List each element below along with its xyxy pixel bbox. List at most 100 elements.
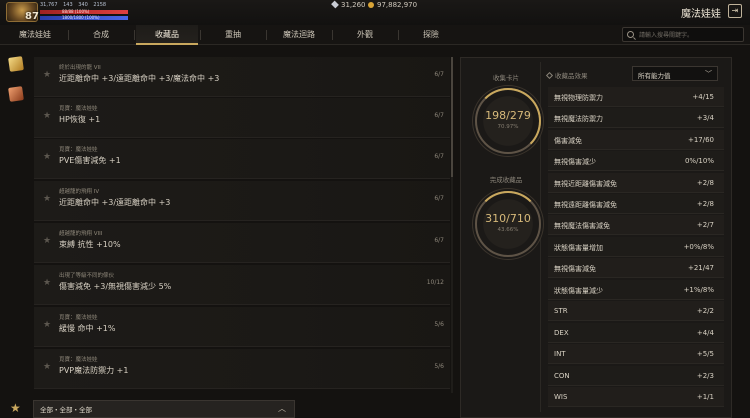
diamond-icon bbox=[331, 0, 339, 9]
list-item[interactable]: ★ 超越龍的飛翔 VIII 束縛 抗性 +10% 6/7 bbox=[34, 223, 450, 263]
stat-row: 無視魔法傷害減免 +2/7 bbox=[548, 215, 724, 235]
favorite-star-icon[interactable]: ★ bbox=[43, 70, 51, 80]
item-reward: PVE傷害減免 +1 bbox=[59, 156, 121, 165]
search-box[interactable] bbox=[622, 27, 744, 42]
stat-value: 340 bbox=[78, 2, 88, 8]
item-reward: PVP魔法防禦力 +1 bbox=[59, 366, 129, 375]
stat-value: +1/1 bbox=[696, 393, 714, 401]
stat-row: 無視物理防禦力 +4/15 bbox=[548, 87, 724, 107]
stat-name: WIS bbox=[554, 393, 568, 401]
items-gauge: 310/710 43.66% bbox=[475, 191, 541, 257]
list-scrollbar[interactable] bbox=[451, 57, 453, 393]
item-source: 覓寶：魔法娃娃 bbox=[59, 147, 98, 153]
stat-name: 無視傷害減少 bbox=[554, 158, 596, 166]
ability-filter-dropdown[interactable]: 所有能力值 ﹀ bbox=[632, 66, 718, 81]
list-item[interactable]: ★ 覓寶：魔法娃娃 緩慢 命中 +1% 5/6 bbox=[34, 307, 450, 347]
stat-row: 無視遠距離傷害減免 +2/8 bbox=[548, 194, 724, 214]
stat-row: 無視傷害減少 0%/10% bbox=[548, 151, 724, 171]
list-item[interactable]: ★ 超越龍的飛翔 IV 近距離命中 +3/遠距離命中 +3 6/7 bbox=[34, 181, 450, 221]
stat-row: DEX +4/4 bbox=[548, 323, 724, 343]
stat-value: 143 bbox=[63, 2, 73, 8]
hp-label: 88/88 (100%) bbox=[62, 9, 90, 14]
stat-value: +2/3 bbox=[696, 372, 714, 380]
stat-name: CON bbox=[554, 372, 570, 380]
filter-dropdown[interactable]: 全部・全部・全部 ︿ bbox=[33, 400, 295, 418]
stat-value: +2/7 bbox=[696, 221, 714, 229]
item-count: 6/7 bbox=[434, 195, 444, 202]
favorite-star-icon[interactable]: ★ bbox=[43, 320, 51, 330]
diamond-currency: 31,260 bbox=[331, 0, 366, 9]
gold-currency: 97,882,970 bbox=[368, 1, 417, 9]
items-gauge-label: 完成收藏品 bbox=[489, 176, 523, 184]
favorite-star-icon[interactable]: ★ bbox=[43, 111, 51, 121]
player-stats: 31,767 143 340 2158 bbox=[40, 2, 110, 8]
collection-list[interactable]: ★ 終於出現的龍 VII 近距離命中 +3/遠距離命中 +3/魔法命中 +3 6… bbox=[34, 57, 450, 393]
exit-icon[interactable]: ⇥ bbox=[728, 4, 742, 18]
stat-row: 傷害減免 +17/60 bbox=[548, 130, 724, 150]
tab-expedition[interactable]: 探險 bbox=[400, 25, 462, 45]
ability-filter-value: 所有能力值 bbox=[638, 72, 671, 80]
list-item[interactable]: ★ 覓寶：魔法娃娃 PVP魔法防禦力 +1 5/6 bbox=[34, 349, 450, 389]
stat-row: CON +2/3 bbox=[548, 366, 724, 386]
item-source: 覓寶：魔法娃娃 bbox=[59, 315, 98, 321]
list-item[interactable]: ★ 終於出現的龍 VII 近距離命中 +3/遠距離命中 +3/魔法命中 +3 6… bbox=[34, 57, 450, 97]
item-reward: 緩慢 命中 +1% bbox=[59, 324, 116, 333]
item-count: 6/7 bbox=[434, 71, 444, 78]
stat-row: WIS +1/1 bbox=[548, 387, 724, 407]
item-reward: 束縛 抗性 +10% bbox=[59, 240, 121, 249]
chevron-up-icon: ︿ bbox=[278, 404, 286, 413]
tab-magic-circuit[interactable]: 魔法迴路 bbox=[268, 25, 330, 45]
tab-synthesis[interactable]: 合成 bbox=[70, 25, 132, 45]
filter-label: 全部・全部・全部 bbox=[40, 406, 92, 414]
tab-appearance[interactable]: 外觀 bbox=[334, 25, 396, 45]
favorite-star-icon[interactable]: ★ bbox=[43, 278, 51, 288]
stat-value: +4/4 bbox=[696, 329, 714, 337]
favorite-star-icon[interactable]: ★ bbox=[43, 194, 51, 204]
stat-name: 無視近距離傷害減免 bbox=[554, 180, 617, 188]
stat-value: +0%/8% bbox=[683, 243, 714, 251]
stat-name: 無視魔法傷害減免 bbox=[554, 222, 610, 230]
gold-coin-icon bbox=[368, 2, 374, 8]
items-gauge-value: 310/710 bbox=[485, 212, 531, 225]
stat-name: 狀態傷害量減少 bbox=[554, 287, 603, 295]
mp-label: 1800/1800 (100%) bbox=[62, 15, 100, 20]
stat-value: +5/5 bbox=[696, 350, 714, 358]
favorite-star-icon[interactable]: ★ bbox=[43, 152, 51, 162]
stat-value: +21/47 bbox=[687, 264, 714, 272]
stat-row: 無視傷害減免 +21/47 bbox=[548, 258, 724, 278]
stat-name: DEX bbox=[554, 329, 569, 337]
list-scrollbar-thumb[interactable] bbox=[451, 57, 453, 177]
cards-gauge-value: 198/279 bbox=[485, 109, 531, 122]
stat-value: +3/4 bbox=[696, 114, 714, 122]
favorites-star-icon[interactable]: ★ bbox=[10, 401, 21, 415]
tab-magic-doll[interactable]: 魔法娃娃 bbox=[4, 25, 66, 45]
stat-value: +2/8 bbox=[696, 179, 714, 187]
stat-row: 狀態傷害量增加 +0%/8% bbox=[548, 237, 724, 257]
favorite-star-icon[interactable]: ★ bbox=[43, 236, 51, 246]
tab-reroll[interactable]: 重抽 bbox=[202, 25, 264, 45]
list-item[interactable]: ★ 出現了等級不同的傢伙 傷害減免 +3/無視傷害減少 5% 10/12 bbox=[34, 265, 450, 305]
item-count: 10/12 bbox=[426, 279, 444, 286]
item-reward: 近距離命中 +3/遠距離命中 +3 bbox=[59, 198, 171, 207]
top-bar: 87 31,767 143 340 2158 88/88 (100%) 1800… bbox=[0, 0, 750, 25]
item-count: 6/7 bbox=[434, 153, 444, 160]
item-source: 超越龍的飛翔 IV bbox=[59, 189, 100, 195]
search-input[interactable] bbox=[639, 29, 741, 41]
items-gauge-percent: 43.66% bbox=[497, 227, 519, 233]
list-item[interactable]: ★ 覓寶：魔法娃娃 PVE傷害減免 +1 6/7 bbox=[34, 139, 450, 179]
collection-book-icon[interactable] bbox=[8, 56, 24, 72]
window-title: 魔法娃娃 bbox=[681, 9, 721, 20]
stat-name: 無視魔法防禦力 bbox=[554, 115, 603, 123]
cards-gauge: 198/279 70.97% bbox=[475, 88, 541, 154]
collection-book-alt-icon[interactable] bbox=[8, 86, 24, 102]
list-item[interactable]: ★ 覓寶：魔法娃娃 HP恢復 +1 6/7 bbox=[34, 98, 450, 138]
item-source: 超越龍的飛翔 VIII bbox=[59, 231, 103, 237]
item-count: 5/6 bbox=[434, 363, 444, 370]
stat-name: INT bbox=[554, 350, 566, 358]
stat-row: 無視魔法防禦力 +3/4 bbox=[548, 108, 724, 128]
item-reward: 傷害減免 +3/無視傷害減少 5% bbox=[59, 282, 172, 291]
tab-collection[interactable]: 收藏品 bbox=[136, 25, 198, 45]
stat-name: 狀態傷害量增加 bbox=[554, 244, 603, 252]
stat-name: 無視物理防禦力 bbox=[554, 94, 603, 102]
favorite-star-icon[interactable]: ★ bbox=[43, 362, 51, 372]
